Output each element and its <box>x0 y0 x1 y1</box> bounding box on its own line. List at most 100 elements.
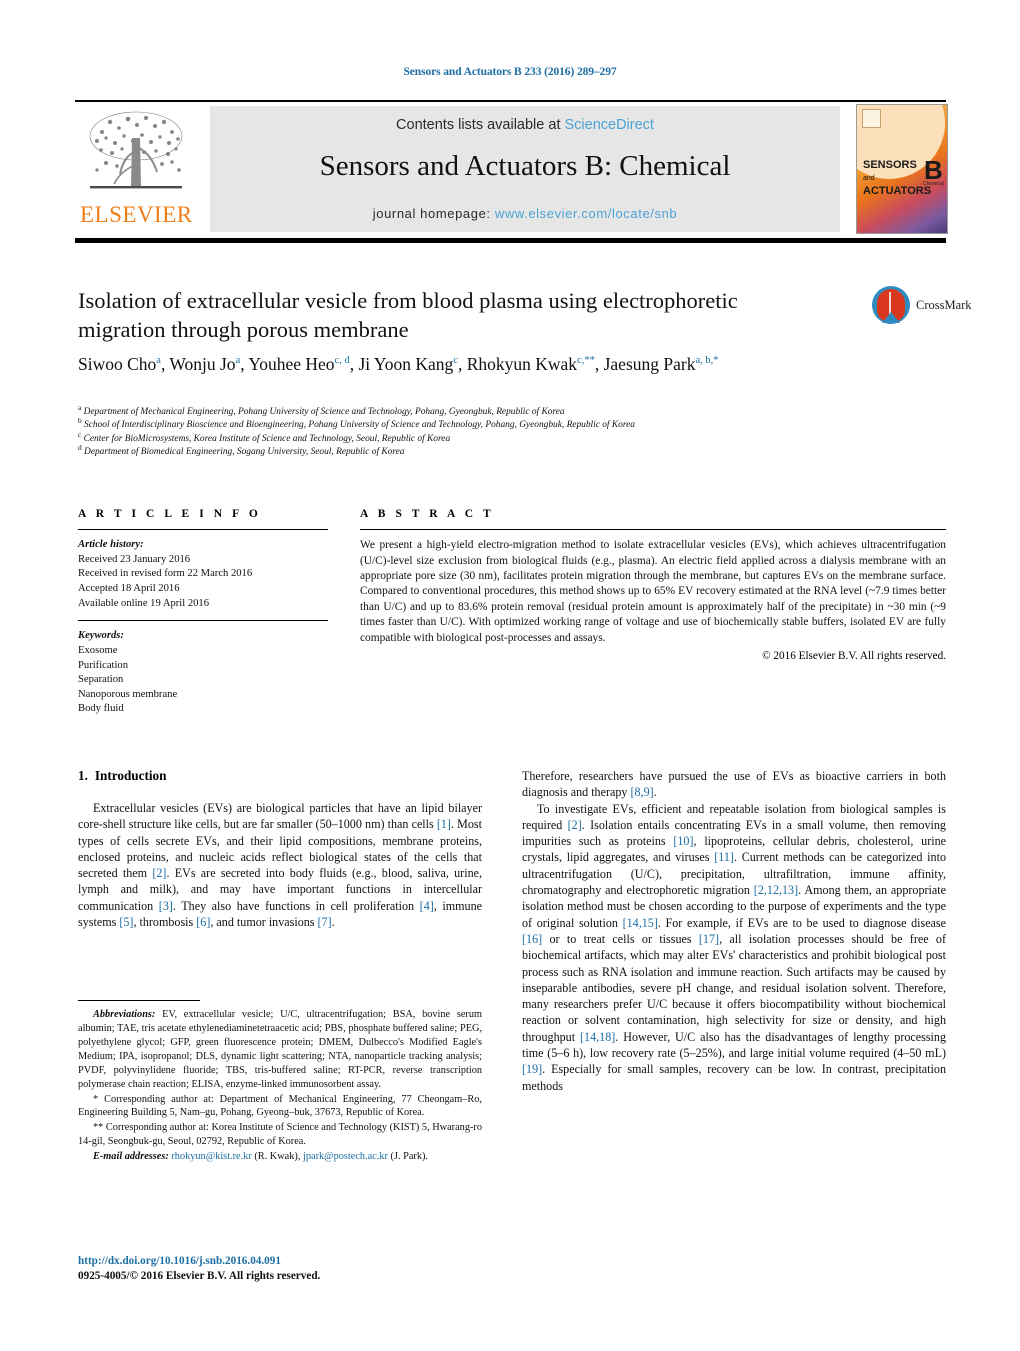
affiliation-mark: d <box>78 443 82 453</box>
doi-link[interactable]: http://dx.doi.org/10.1016/j.snb.2016.04.… <box>78 1254 498 1269</box>
email-owner-2: (J. Park). <box>390 1151 428 1163</box>
author-affil-mark: a <box>235 355 241 367</box>
masthead-box: Contents lists available at ScienceDirec… <box>210 106 840 232</box>
crossmark-label: CrossMark <box>916 298 972 312</box>
citation-ref[interactable]: [2] <box>568 818 582 832</box>
abbreviations-text: EV, extracellular vesicle; U/C, ultracen… <box>78 1009 482 1090</box>
affiliation-text: Center for BioMicrosystems, Korea Instit… <box>83 433 451 444</box>
citation-ref[interactable]: [19] <box>522 1062 542 1076</box>
citation-ref[interactable]: [4] <box>420 899 434 913</box>
abbreviations-label: Abbreviations: <box>93 1009 156 1021</box>
author-name: Rhokyun Kwak <box>466 354 578 374</box>
cover-line2: ACTUATORS <box>863 185 932 197</box>
citation-ref[interactable]: [5] <box>119 915 133 929</box>
abstract-column: A B S T R A C T We present a high-yield … <box>360 508 946 662</box>
cover-line1: SENSORS <box>863 159 917 171</box>
abstract-rule <box>360 529 946 531</box>
author-affil-mark: c <box>453 355 458 367</box>
paragraph: Therefore, researchers have pursued the … <box>522 769 946 800</box>
journal-homepage-line: journal homepage: www.elsevier.com/locat… <box>210 206 840 221</box>
citation-ref[interactable]: [2,12,13] <box>754 883 798 897</box>
keyword-item: Nanoporous membrane <box>78 688 178 700</box>
citation-ref[interactable]: [7] <box>318 915 332 929</box>
author-name: Ji Yoon Kang <box>358 354 454 374</box>
paragraph: To investigate EVs, efficient and repeat… <box>522 801 947 1093</box>
email-link-1[interactable]: rhokyun@kist.re.kr <box>171 1151 251 1162</box>
elsevier-logo: ELSEVIER <box>80 106 192 232</box>
citation-ref[interactable]: [2] <box>152 866 166 880</box>
issn-copyright-line: 0925-4005/© 2016 Elsevier B.V. All right… <box>78 1270 321 1282</box>
author-list: Siwoo Choa, Wonju Joa, Youhee Heoc, d, J… <box>78 354 719 374</box>
sciencedirect-link[interactable]: ScienceDirect <box>565 117 654 133</box>
keywords-label: Keywords: <box>78 630 124 642</box>
elsevier-tree-icon <box>89 111 183 189</box>
citation-ref[interactable]: [11] <box>714 850 734 864</box>
affiliation-item: a Department of Mechanical Engineering, … <box>78 402 938 419</box>
article-info-column: A R T I C L E I N F O Article history: R… <box>78 508 328 717</box>
keyword-item: Exosome <box>78 644 118 656</box>
affiliation-text: School of Interdisciplinary Bioscience a… <box>84 420 635 431</box>
affiliation-text: Department of Mechanical Engineering, Po… <box>83 407 565 417</box>
affiliation-text: Department of Biomedical Engineering, So… <box>84 447 405 458</box>
author-name: Jaesung Park <box>603 354 696 374</box>
cover-elsevier-mark-icon <box>862 109 881 128</box>
footnote-corresponding-author-2: ** Corresponding author at: Korea Instit… <box>78 1122 482 1148</box>
citation-ref[interactable]: [8,9] <box>630 785 653 799</box>
citation-ref[interactable]: [1] <box>437 817 451 831</box>
crossmark-badge[interactable]: CrossMark <box>872 286 972 330</box>
cover-series-sub: Chemical <box>923 181 944 187</box>
contents-available-line: Contents lists available at ScienceDirec… <box>210 117 840 133</box>
affiliation-mark: a <box>78 402 82 412</box>
citation-ref[interactable]: [3] <box>159 899 173 913</box>
email-link-2[interactable]: jpark@postech.ac.kr <box>303 1151 388 1162</box>
email-label: E-mail addresses: <box>93 1151 169 1163</box>
cover-title-text: SENSORS and ACTUATORS <box>863 159 931 197</box>
footnote-separator-rule <box>78 1000 200 1002</box>
elsevier-wordmark: ELSEVIER <box>80 202 193 227</box>
journal-homepage-link[interactable]: www.elsevier.com/locate/snb <box>495 206 677 221</box>
body-column-right: Therefore, researchers have pursued the … <box>522 768 946 1094</box>
running-head: Sensors and Actuators B 233 (2016) 289–2… <box>403 66 617 78</box>
section-heading-introduction: 1. Introduction <box>78 768 482 784</box>
history-item: Available online 19 April 2016 <box>78 597 210 609</box>
affiliation-item: b School of Interdisciplinary Bioscience… <box>78 416 938 432</box>
masthead-top-rule <box>75 100 946 102</box>
article-history-block: Article history: Received 23 January 201… <box>78 538 328 611</box>
crossmark-ring-icon <box>872 286 910 324</box>
affiliation-item: d Department of Biomedical Engineering, … <box>78 443 938 459</box>
paragraph: Extracellular vesicles (EVs) are biologi… <box>78 801 483 930</box>
article-info-heading: A R T I C L E I N F O <box>78 508 262 520</box>
citation-ref[interactable]: [6] <box>196 915 210 929</box>
citation-ref[interactable]: [14,18] <box>580 1030 615 1044</box>
author-name: Wonju Jo <box>169 354 236 374</box>
body-column-left: 1. Introduction Extracellular vesicles (E… <box>78 768 482 930</box>
journal-article-page: Sensors and Actuators B 233 (2016) 289–2… <box>0 0 1020 1351</box>
keywords-block: Keywords: Exosome Purification Separatio… <box>78 629 328 717</box>
footnotes-block: Abbreviations: EV, extracellular vesicle… <box>78 1000 482 1165</box>
citation-ref[interactable]: [14,15] <box>623 916 658 930</box>
author-affil-mark: c,** <box>577 355 595 367</box>
citation-ref[interactable]: [17] <box>699 932 719 946</box>
footnote-email-addresses: E-mail addresses: rhokyun@kist.re.kr (R.… <box>78 1150 482 1164</box>
citation-ref[interactable]: [16] <box>522 932 542 946</box>
keywords-rule <box>78 620 328 622</box>
citation-ref[interactable]: [10] <box>673 834 693 848</box>
journal-title: Sensors and Actuators B: Chemical <box>319 150 731 182</box>
author-affil-mark: c, d <box>334 355 350 367</box>
article-title: Isolation of extracellular vesicle from … <box>78 288 738 342</box>
email-owner-1: (R. Kwak), <box>254 1151 301 1163</box>
author-name: Siwoo Cho <box>78 354 157 374</box>
history-item: Received in revised form 22 March 2016 <box>78 568 253 580</box>
affiliation-mark: b <box>78 416 82 426</box>
section-title: Introduction <box>94 768 167 783</box>
journal-cover-thumbnail: SENSORS and ACTUATORS B Chemical <box>856 104 948 234</box>
doi-block: http://dx.doi.org/10.1016/j.snb.2016.04.… <box>78 1254 498 1284</box>
contents-prefix: Contents lists available at <box>396 117 565 133</box>
section-number: 1. <box>78 768 88 783</box>
footnote-corresponding-author-1: * Corresponding author at: Department of… <box>78 1093 482 1119</box>
abstract-text: We present a high-yield electro-migratio… <box>360 539 946 644</box>
footnote-abbreviations: Abbreviations: EV, extracellular vesicle… <box>78 1008 482 1091</box>
affiliation-list: a Department of Mechanical Engineering, … <box>78 402 938 460</box>
history-item: Received 23 January 2016 <box>78 553 191 565</box>
abstract-heading: A B S T R A C T <box>360 508 495 520</box>
